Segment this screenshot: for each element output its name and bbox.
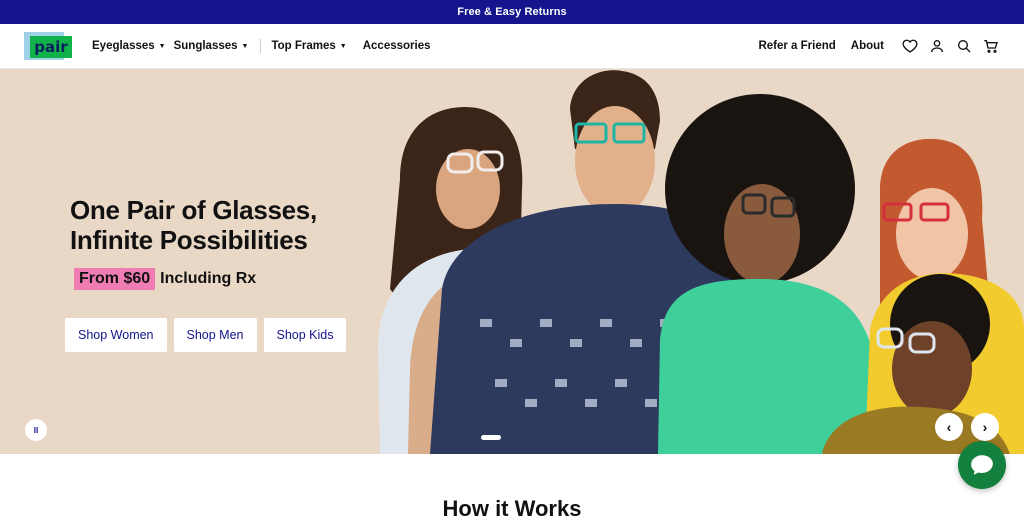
search-icon[interactable]	[955, 37, 973, 55]
pair-logo[interactable]: pair	[24, 30, 72, 63]
caret-down-icon: ▼	[158, 43, 166, 50]
chat-icon[interactable]	[958, 441, 1006, 489]
site-header: pair Eyeglasses ▼ Sunglasses ▼ Top Frame…	[0, 24, 1024, 69]
shop-buttons: Shop Women Shop Men Shop Kids	[65, 318, 347, 352]
promo-banner: Free & Easy Returns	[0, 0, 1024, 24]
hero-copy: One Pair of Glasses, Infinite Possibilit…	[70, 195, 317, 290]
caret-down-icon: ▼	[241, 43, 249, 50]
nav-divider	[260, 39, 262, 53]
caret-down-icon: ▼	[339, 43, 347, 50]
promo-text: Free & Easy Returns	[457, 6, 567, 18]
header-utilities: Refer a Friend About	[758, 37, 1000, 55]
logo-text: pair	[30, 35, 72, 58]
nav-sunglasses[interactable]: Sunglasses ▼	[174, 40, 257, 52]
nav-eyeglasses[interactable]: Eyeglasses ▼	[92, 40, 174, 52]
refer-a-friend-link[interactable]: Refer a Friend	[758, 40, 835, 52]
how-it-works-section: How it Works	[0, 454, 1024, 521]
price-line: From $60 Including Rx	[74, 268, 317, 290]
about-link[interactable]: About	[851, 40, 884, 52]
pause-icon[interactable]: II	[25, 419, 47, 441]
hero-title: One Pair of Glasses, Infinite Possibilit…	[70, 195, 317, 255]
chevron-right-icon[interactable]: ›	[971, 413, 999, 441]
heart-icon[interactable]	[901, 37, 919, 55]
main-nav: Eyeglasses ▼ Sunglasses ▼ Top Frames ▼ A…	[92, 39, 439, 53]
section-heading: How it Works	[442, 496, 582, 521]
hero-carousel: One Pair of Glasses, Infinite Possibilit…	[0, 69, 1024, 454]
price-suffix: Including Rx	[160, 270, 257, 287]
nav-top-frames[interactable]: Top Frames ▼	[271, 40, 354, 52]
chevron-left-icon[interactable]: ‹	[935, 413, 963, 441]
hero-photo-people-wearing-glasses	[378, 70, 1024, 454]
nav-accessories[interactable]: Accessories	[363, 40, 439, 52]
price-badge: From $60	[74, 268, 156, 290]
account-icon[interactable]	[928, 37, 946, 55]
cart-icon[interactable]	[982, 37, 1000, 55]
shop-kids-button[interactable]: Shop Kids	[263, 318, 347, 352]
shop-men-button[interactable]: Shop Men	[173, 318, 257, 352]
carousel-indicator[interactable]	[481, 435, 501, 440]
shop-women-button[interactable]: Shop Women	[65, 318, 167, 352]
